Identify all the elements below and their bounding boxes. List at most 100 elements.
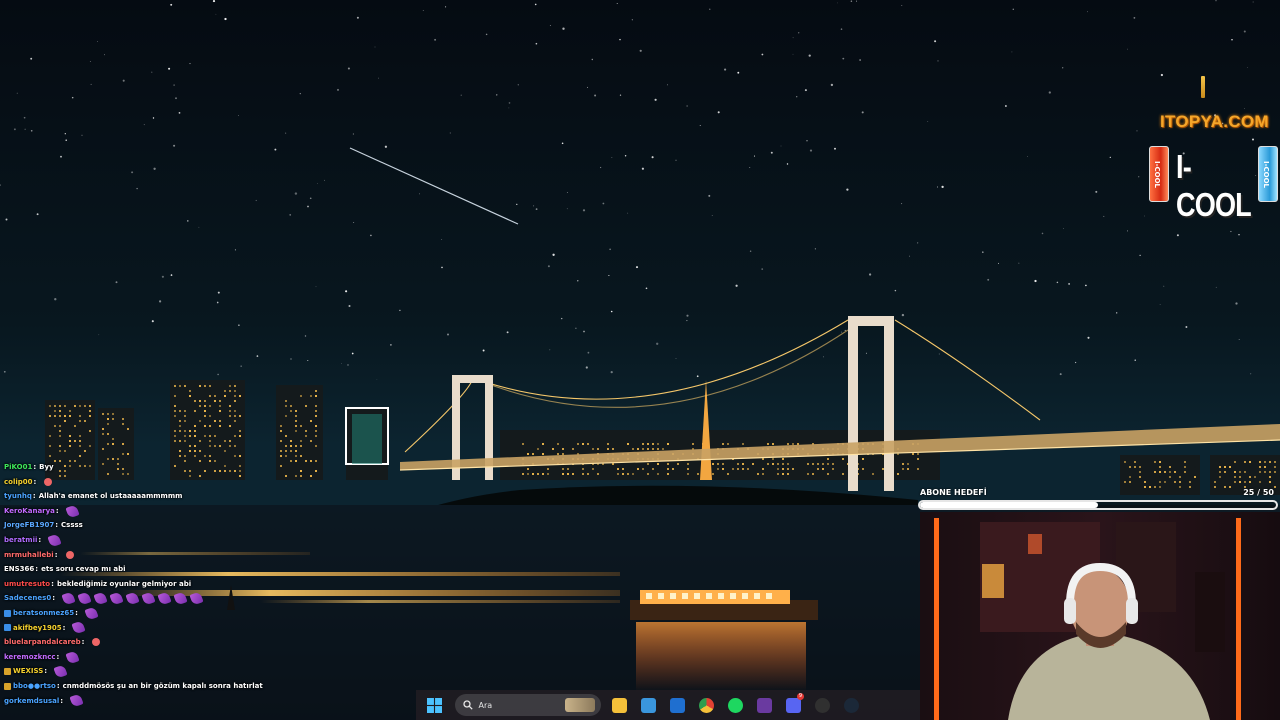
chat-username[interactable]: WEXISS	[13, 664, 43, 679]
chat-emote-icon	[189, 591, 204, 606]
subscriber-goal: ABONE HEDEFİ 25 / 50	[918, 486, 1280, 512]
chat-emote-icon	[84, 606, 99, 621]
chat-message-text: Allah'a emanet ol ustaaaaammmmm	[38, 492, 183, 501]
discord-taskbar-button[interactable]: 9	[781, 693, 805, 717]
red-can-icon: I-COOL	[1149, 146, 1169, 202]
chat-separator: :	[60, 696, 64, 705]
chat-emote-icon	[157, 591, 172, 606]
chat-badge-icon	[4, 682, 11, 690]
chat-separator: :	[56, 681, 60, 690]
chat-message: WEXISS:	[0, 664, 268, 679]
chat-username[interactable]: KeroKanarya	[4, 504, 55, 519]
chat-message-text: beklediğimiz oyunlar gelmiyor abi	[56, 579, 192, 588]
chat-username[interactable]: akifbey1905	[13, 621, 62, 636]
chat-username[interactable]: bluelarpandalcareb	[4, 635, 81, 650]
chat-message: keremozkncc:	[0, 649, 268, 665]
obs-taskbar-button[interactable]	[810, 693, 834, 717]
chrome-taskbar-button[interactable]	[694, 693, 718, 717]
chat-message: JorgeFB1907: Cssss	[0, 518, 268, 533]
chat-emote-icon	[69, 693, 84, 708]
next-app-taskbar-button[interactable]	[752, 693, 776, 717]
live-chat: PiKO01: Byy colip00: tyunhq: Allah'a emanet …	[0, 460, 268, 720]
chat-badge-icon	[4, 609, 11, 617]
chat-badge-icon	[4, 624, 11, 632]
spotify-taskbar-button[interactable]	[723, 693, 747, 717]
search-highlight-icon	[564, 698, 595, 712]
steam-taskbar-button[interactable]	[839, 693, 863, 717]
chat-username[interactable]: beratmii	[4, 533, 37, 548]
chat-emote-icon	[71, 620, 87, 635]
chat-username[interactable]: ENS366	[4, 562, 34, 577]
sub-goal-count: 25 / 50	[1243, 488, 1274, 497]
chat-emote-icon	[61, 591, 76, 606]
chat-emote-icon	[125, 591, 140, 606]
start-button[interactable]	[422, 693, 446, 717]
chat-emote-icon	[65, 649, 80, 665]
chat-emote-icon	[65, 550, 74, 559]
microsoft-store-icon	[640, 697, 656, 713]
chat-emote-icon	[47, 533, 62, 548]
outlook-taskbar-button[interactable]	[665, 693, 689, 717]
chat-username[interactable]: tyunhq	[4, 489, 32, 504]
steam-icon	[843, 697, 859, 713]
chat-message: PiKO01: Byy	[0, 460, 268, 475]
chat-username[interactable]: keremozkncc	[4, 650, 56, 665]
chat-username[interactable]: umutresuto	[4, 577, 50, 592]
chat-separator: :	[33, 463, 37, 471]
chat-message-text: cnmddmösös şu an bir gözüm kapalı sonra …	[62, 681, 263, 690]
chat-emote-icon	[93, 591, 108, 606]
search-placeholder: Ara	[478, 700, 493, 710]
sub-goal-progress-fill	[920, 502, 1098, 508]
chat-separator: :	[54, 550, 58, 559]
chat-username[interactable]: Sadecenes0	[4, 591, 51, 606]
chat-emote-icon	[44, 477, 53, 486]
webcam-feed	[920, 512, 1280, 720]
chat-emote-icon	[141, 591, 156, 606]
chat-username[interactable]: beratsonmez65	[13, 606, 74, 621]
blue-can-icon: I-COOL	[1258, 146, 1278, 202]
chat-badge-icon	[4, 668, 11, 676]
chat-message: bbo●●rtso: cnmddmösös şu an bir gözüm kap…	[0, 679, 268, 694]
chat-separator: :	[62, 623, 66, 632]
chat-separator: :	[44, 667, 48, 676]
chat-emote-icon	[53, 664, 68, 679]
next-app-icon	[756, 697, 772, 713]
chat-message: beratsonmez65:	[0, 606, 268, 621]
chat-separator: :	[35, 565, 39, 574]
chat-emote-icon	[65, 504, 80, 519]
windows-logo-icon	[426, 697, 442, 713]
chat-message: umutresuto: beklediğimiz oyunlar gelmiyor…	[0, 577, 268, 592]
windows-taskbar: Ara 9	[416, 690, 920, 720]
chat-username[interactable]: mrmuhallebi	[4, 548, 54, 563]
chrome-icon	[698, 697, 714, 713]
sub-goal-progress-bar	[918, 500, 1278, 510]
chat-message: ENS366: ets soru cevap mı abi	[0, 562, 268, 577]
chat-emote-icon	[77, 591, 92, 606]
stream-desktop: PiKO01: Byy colip00: tyunhq: Allah'a emanet …	[0, 0, 1280, 720]
taskbar-pinned-apps: 9	[605, 693, 866, 717]
chat-username[interactable]: JorgeFB1907	[4, 518, 54, 533]
file-explorer-icon	[611, 697, 627, 713]
chat-username[interactable]: gorkemdsusal	[4, 694, 59, 709]
chat-message: Sadecenes0:	[0, 591, 268, 606]
microsoft-store-taskbar-button[interactable]	[636, 693, 660, 717]
chat-message-text: Cssss	[61, 521, 83, 530]
sponsor-overlay: ITOPYA.COM I-COOL I-COOL I-COOL	[1140, 70, 1280, 223]
chat-username[interactable]: colip00	[4, 475, 33, 490]
sponsor-bar-icon	[1201, 76, 1205, 98]
chat-message: tyunhq: Allah'a emanet ol ustaaaaammmmm	[0, 489, 268, 504]
chat-separator: :	[56, 652, 60, 661]
chat-message: akifbey1905:	[0, 620, 268, 636]
chat-username[interactable]: PiKO01	[4, 460, 32, 475]
chat-message: mrmuhallebi:	[0, 548, 268, 563]
chat-message: KeroKanarya:	[0, 504, 268, 519]
spotify-icon	[727, 697, 743, 713]
taskbar-search-box[interactable]: Ara	[454, 694, 601, 716]
chat-emote-icon	[92, 638, 101, 647]
chat-separator: :	[55, 521, 59, 530]
sub-goal-label: ABONE HEDEFİ	[920, 488, 987, 497]
chat-username[interactable]: bbo●●rtso	[13, 679, 56, 694]
file-explorer-taskbar-button[interactable]	[607, 693, 631, 717]
chat-separator: :	[81, 638, 85, 647]
obs-icon	[814, 697, 830, 713]
